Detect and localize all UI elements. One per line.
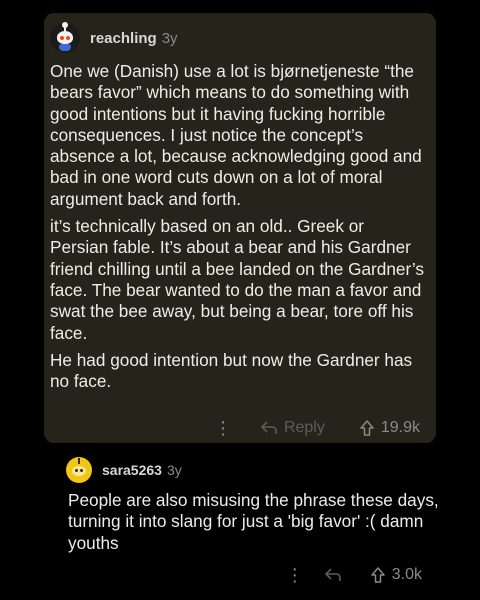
comment-paragraph: He had good intention but now the Gardne… xyxy=(50,349,413,392)
reply-arrow-icon xyxy=(324,568,341,581)
more-vertical-icon[interactable]: ⋮ xyxy=(286,566,304,584)
comment-age: 3y xyxy=(161,29,178,47)
reply-button[interactable]: Reply xyxy=(260,419,325,437)
comment-actions: ⋮ Reply 19.9k xyxy=(44,413,436,443)
snoo-avatar-icon[interactable] xyxy=(50,22,80,53)
username[interactable]: sara5263 xyxy=(102,462,162,478)
comment-body: People are also misusing the phrase thes… xyxy=(68,490,439,553)
comment-paragraph: it’s technically based on an old.. Greek… xyxy=(50,216,424,343)
comment-header: reachling 3y xyxy=(50,21,424,55)
more-vertical-icon[interactable]: ⋮ xyxy=(214,419,232,437)
upvote-arrow-icon xyxy=(360,420,374,436)
username[interactable]: reachling xyxy=(90,30,157,47)
reply-button[interactable] xyxy=(324,568,342,582)
upvote-button[interactable]: 3.0k xyxy=(370,566,422,584)
upvote-button[interactable]: 19.9k xyxy=(359,419,420,437)
comment-age: 3y xyxy=(166,462,182,478)
comment-body: One we (Danish) use a lot is bjørnetjene… xyxy=(50,61,424,392)
comment-paragraph: One we (Danish) use a lot is bjørnetjene… xyxy=(50,61,422,209)
reply-comment: sara5263 3y People are also misusing the… xyxy=(66,456,446,554)
yellow-snoo-avatar-icon[interactable] xyxy=(66,457,92,483)
upvote-arrow-icon xyxy=(371,567,385,583)
upvote-count: 3.0k xyxy=(391,566,422,583)
reply-arrow-icon xyxy=(260,421,277,434)
upvote-count: 19.9k xyxy=(380,419,420,436)
comment-card-highlighted: reachling 3y One we (Danish) use a lot i… xyxy=(44,13,436,443)
comment-header: sara5263 3y xyxy=(66,456,446,484)
reply-label: Reply xyxy=(283,419,325,436)
comment-actions: ⋮ 3.0k xyxy=(262,562,432,588)
